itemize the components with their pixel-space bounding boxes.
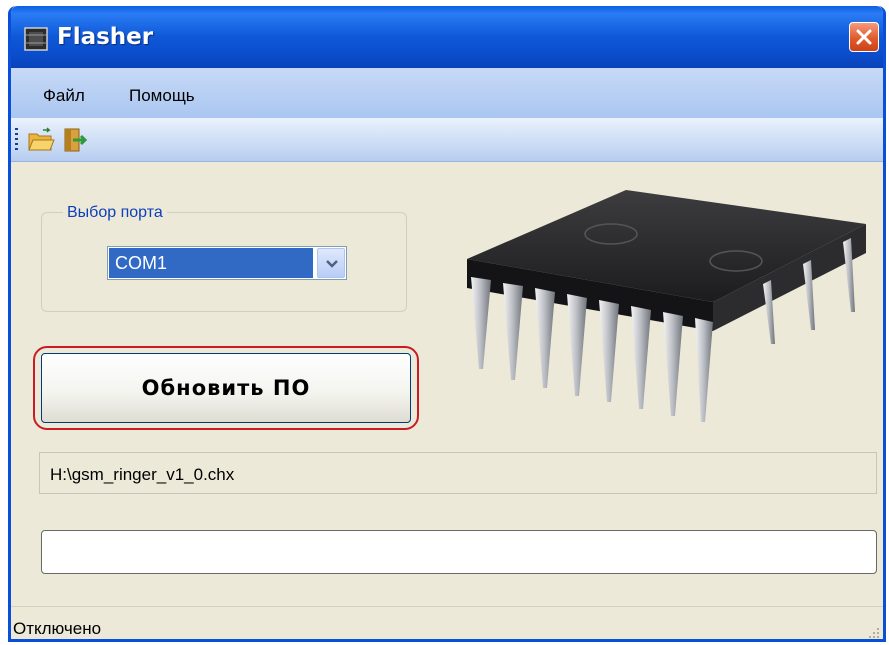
open-folder-icon[interactable]	[27, 126, 55, 154]
flasher-window: Flasher Файл Помощь Выбор порта COM1 Обн…	[8, 6, 886, 642]
close-icon	[856, 29, 872, 45]
chip-app-icon	[24, 27, 48, 51]
resize-grip-icon[interactable]	[867, 626, 881, 640]
window-title: Flasher	[57, 24, 154, 50]
exit-icon[interactable]	[61, 126, 89, 154]
menu-file[interactable]: Файл	[43, 86, 85, 106]
status-bar: Отключено	[11, 606, 883, 640]
port-select[interactable]: COM1	[107, 246, 347, 280]
toolbar	[11, 118, 883, 162]
title-bar[interactable]: Flasher	[11, 6, 883, 68]
chevron-down-icon	[326, 260, 338, 268]
file-path-field: H:\gsm_ringer_v1_0.chx	[39, 452, 877, 494]
update-firmware-button[interactable]: Обновить ПО	[41, 353, 411, 423]
status-text: Отключено	[13, 619, 102, 638]
menu-help[interactable]: Помощь	[129, 86, 195, 106]
port-group-label: Выбор порта	[63, 204, 167, 222]
progress-bar	[41, 530, 877, 574]
port-dropdown-button[interactable]	[317, 248, 345, 278]
menu-bar: Файл Помощь	[11, 68, 883, 118]
toolbar-grip[interactable]	[15, 128, 18, 152]
port-select-value: COM1	[109, 248, 313, 278]
microchip-image	[467, 190, 866, 422]
close-button[interactable]	[849, 22, 879, 52]
